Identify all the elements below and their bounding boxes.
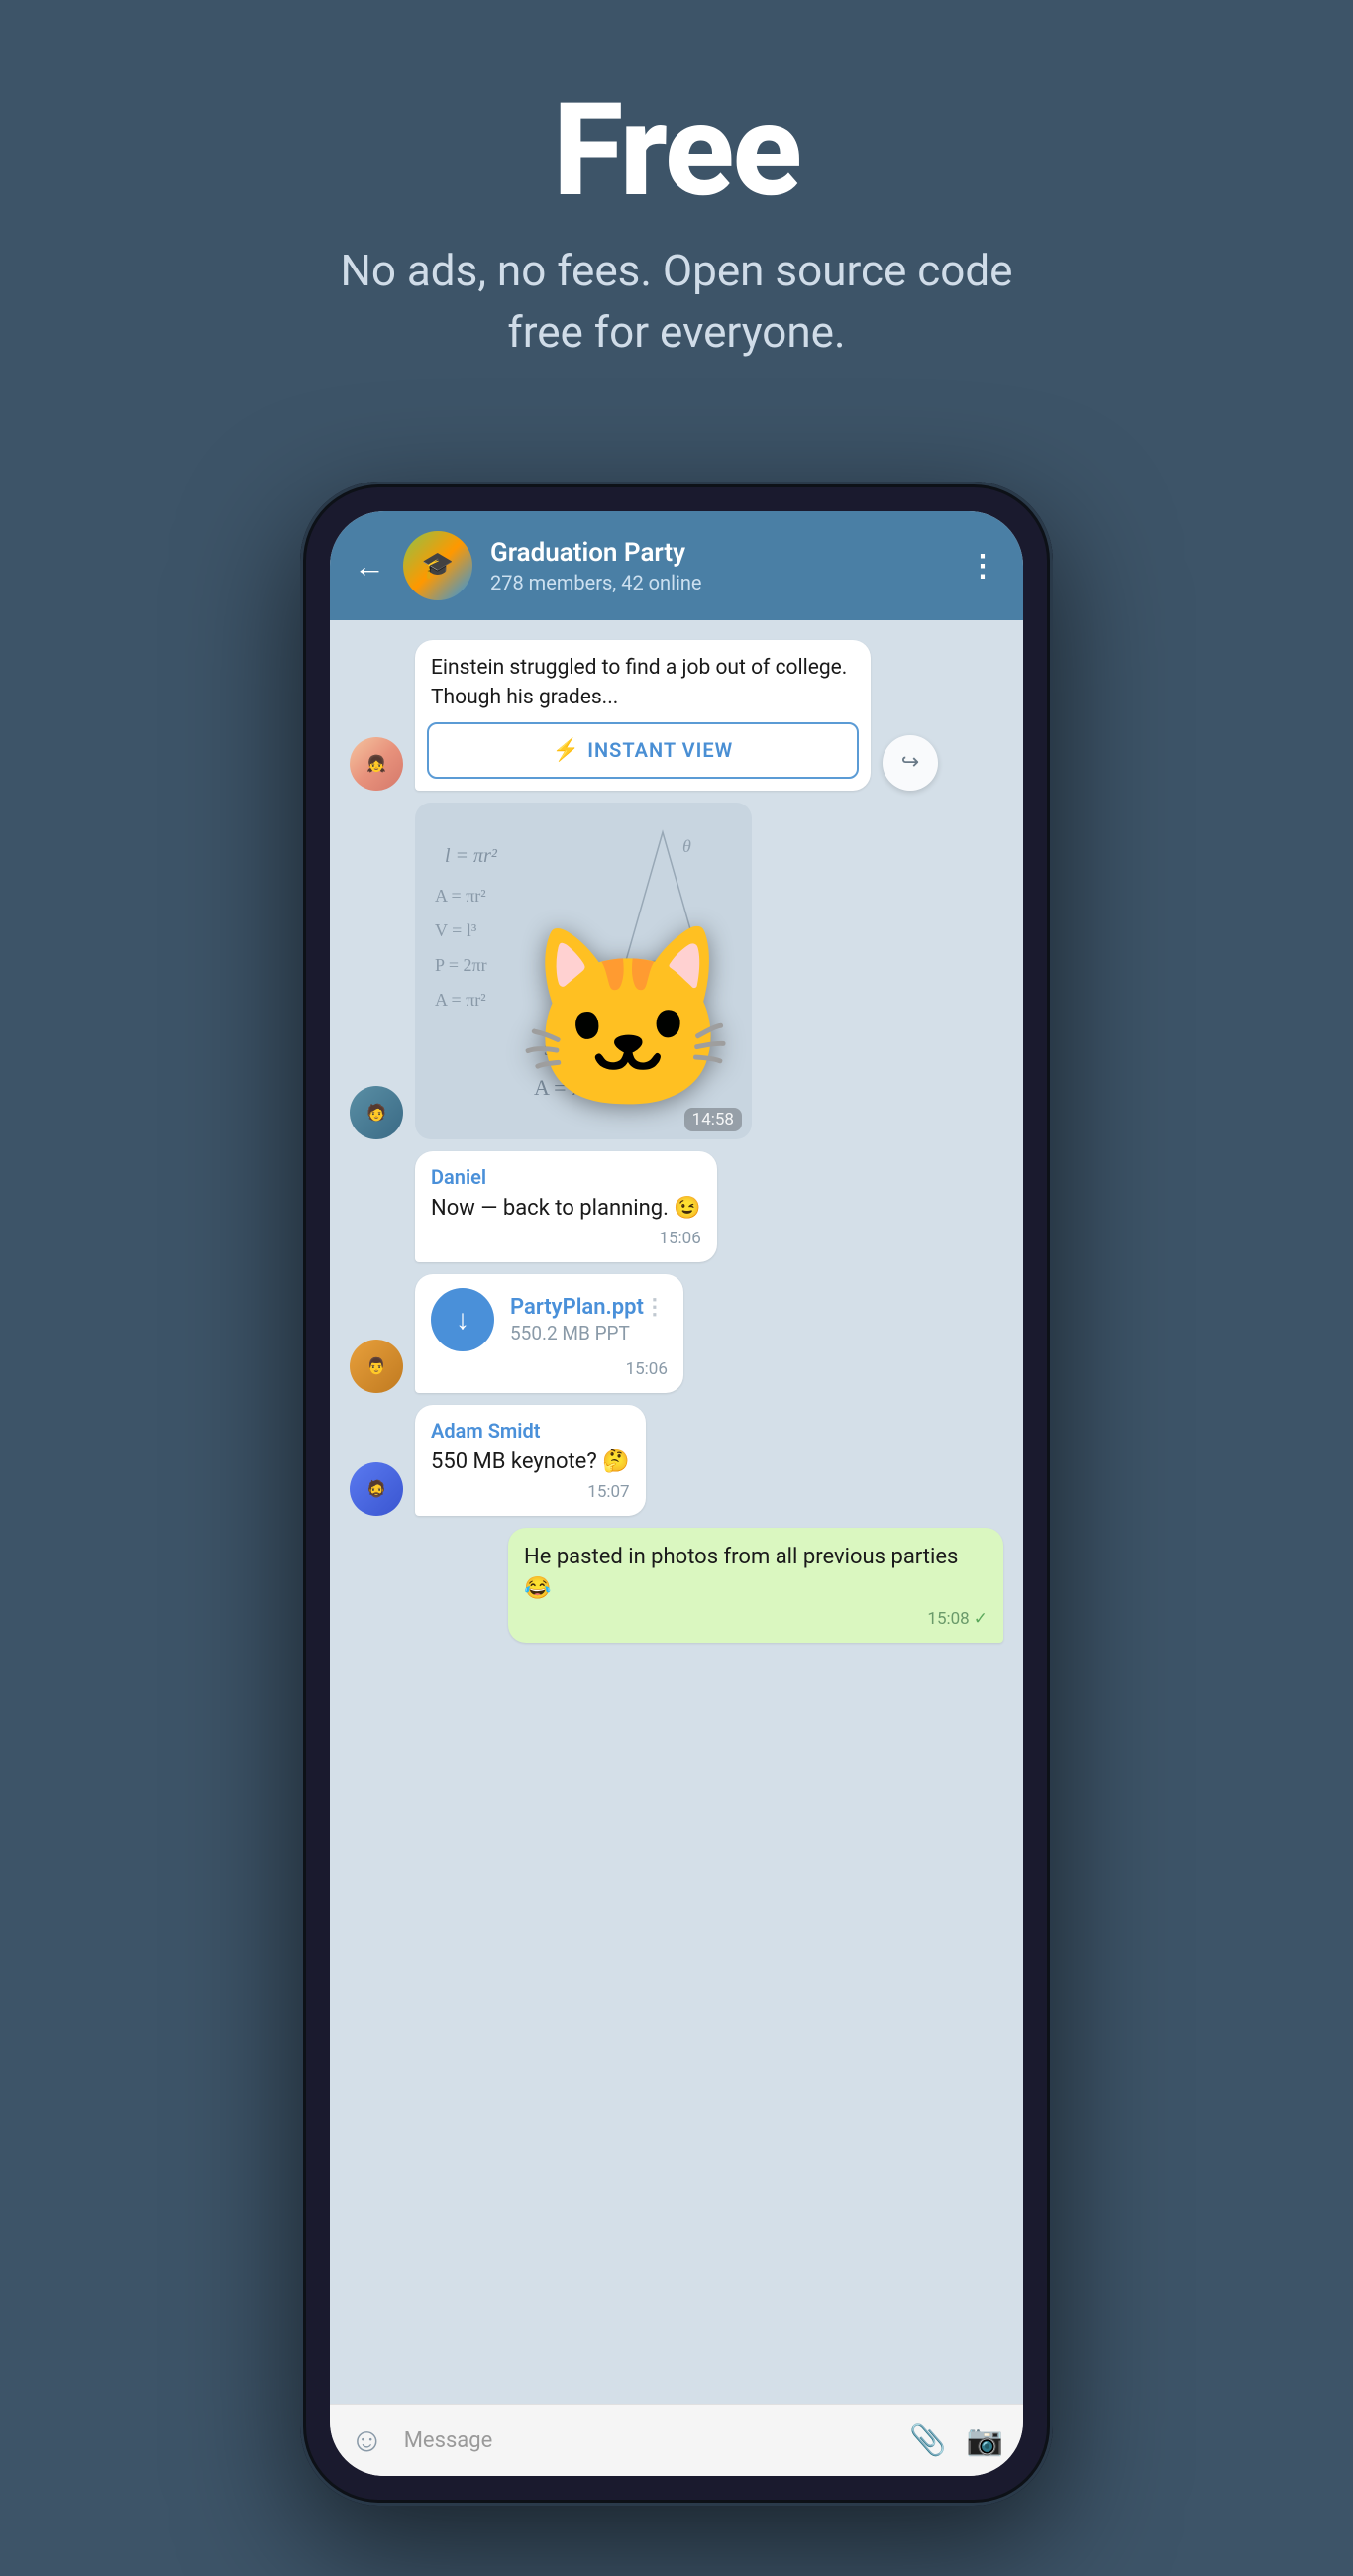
msg-time-daniel: 15:06 [431,1229,701,1248]
avatar-male2-icon: 👨 [366,1356,386,1375]
file-name: PartyPlan.ppt [510,1295,644,1320]
article-bubble: Einstein struggled to find a job out of … [415,640,871,791]
file-details: PartyPlan.ppt 550.2 MB PPT [510,1295,644,1344]
file-download-button[interactable]: ↓ [431,1288,494,1351]
hero-title: Free [553,79,800,221]
file-bubble: ↓ PartyPlan.ppt 550.2 MB PPT ⋮ 15:06 [415,1274,683,1393]
sticker-container: l = πr² A = πr² V = l³ P = 2πr A = πr² s… [415,803,752,1139]
file-row: ↓ PartyPlan.ppt 550.2 MB PPT ⋮ [431,1288,668,1351]
forward-icon: ↪ [901,750,919,775]
bubble-adam: Adam Smidt 550 MB keynote? 🤔 15:07 [415,1405,646,1516]
msg-time-adam: 15:07 [431,1482,630,1502]
group-name: Graduation Party [490,538,950,569]
message-file: 👨 ↓ PartyPlan.ppt 550.2 MB PPT ⋮ [350,1274,938,1393]
instant-view-label: INSTANT VIEW [587,738,733,762]
sender-daniel: Daniel [431,1165,701,1189]
phone-mockup: ← 🎓 Graduation Party 278 members, 42 onl… [300,482,1053,2506]
file-more-button[interactable]: ⋮ [644,1295,668,1320]
avatar-female-icon: 👧 [366,754,386,773]
instant-view-button[interactable]: ⚡ INSTANT VIEW [427,722,859,779]
sender-adam: Adam Smidt [431,1419,630,1443]
svg-text:A = πr²: A = πr² [435,886,486,906]
avatar-male3: 🧔 [350,1462,403,1516]
hero-subtitle: No ads, no fees. Open source code free f… [330,241,1023,363]
message-daniel: Daniel Now — back to planning. 😉 15:06 [350,1151,938,1262]
back-button[interactable]: ← [354,547,385,585]
svg-text:θ: θ [682,836,691,856]
attach-button[interactable]: 📎 [909,2423,946,2458]
group-avatar: 🎓 [403,531,472,600]
msg-time-outgoing: 15:08 ✓ [524,1609,988,1629]
article-snippet: Einstein struggled to find a job out of … [431,654,855,712]
bubble-daniel: Daniel Now — back to planning. 😉 15:06 [415,1151,717,1262]
sticker-message: 🧑 l = πr² A = πr² V = l³ P = 2πr A = πr² [350,803,1003,1139]
group-members: 278 members, 42 online [490,571,950,594]
svg-text:l = πr²: l = πr² [445,845,498,867]
avatar-male1-icon: 🧑 [366,1103,386,1122]
file-info: PartyPlan.ppt 550.2 MB PPT ⋮ [510,1295,668,1344]
camera-button[interactable]: 📷 [967,2423,1003,2458]
message-adam: 🧔 Adam Smidt 550 MB keynote? 🤔 15:07 [350,1405,938,1516]
article-text-area: Einstein struggled to find a job out of … [415,640,871,722]
file-size: 550.2 MB PPT [510,1322,644,1344]
more-button[interactable]: ⋮ [968,549,999,584]
chat-body: 👧 Einstein struggled to find a job out o… [330,620,1023,2404]
forward-button[interactable]: ↪ [883,735,938,791]
hero-section: Free No ads, no fees. Open source code f… [0,0,1353,422]
svg-text:P = 2πr: P = 2πr [435,955,487,975]
svg-text:V = l³: V = l³ [435,920,477,940]
lightning-icon: ⚡ [553,738,579,763]
group-avatar-image: 🎓 [403,531,472,600]
avatar-male1: 🧑 [350,1086,403,1139]
emoji-button[interactable]: ☺ [350,2420,384,2460]
message-outgoing: He pasted in photos from all previous pa… [350,1528,1003,1643]
avatar-male2: 👨 [350,1340,403,1393]
msg-text-outgoing: He pasted in photos from all previous pa… [524,1542,988,1605]
phone-screen: ← 🎓 Graduation Party 278 members, 42 onl… [330,511,1023,2476]
check-mark: ✓ [974,1609,988,1629]
svg-text:A = πr²: A = πr² [435,990,486,1010]
phone-wrapper: ← 🎓 Graduation Party 278 members, 42 onl… [0,482,1353,2506]
message-article: 👧 Einstein struggled to find a job out o… [350,640,938,791]
chat-input-bar: ☺ Message 📎 📷 [330,2404,1023,2476]
avatar-female: 👧 [350,737,403,791]
msg-time-file: 15:06 [431,1359,668,1379]
chat-header: ← 🎓 Graduation Party 278 members, 42 onl… [330,511,1023,620]
avatar-male3-icon: 🧔 [366,1479,386,1498]
message-input-placeholder[interactable]: Message [404,2428,890,2453]
cat-sticker: 🐱 [517,931,739,1110]
group-info: Graduation Party 278 members, 42 online [490,538,950,594]
sticker-time: 14:58 [684,1108,742,1131]
msg-text-daniel: Now — back to planning. 😉 [431,1193,701,1225]
msg-text-adam: 550 MB keynote? 🤔 [431,1447,630,1478]
bubble-outgoing: He pasted in photos from all previous pa… [508,1528,1003,1643]
